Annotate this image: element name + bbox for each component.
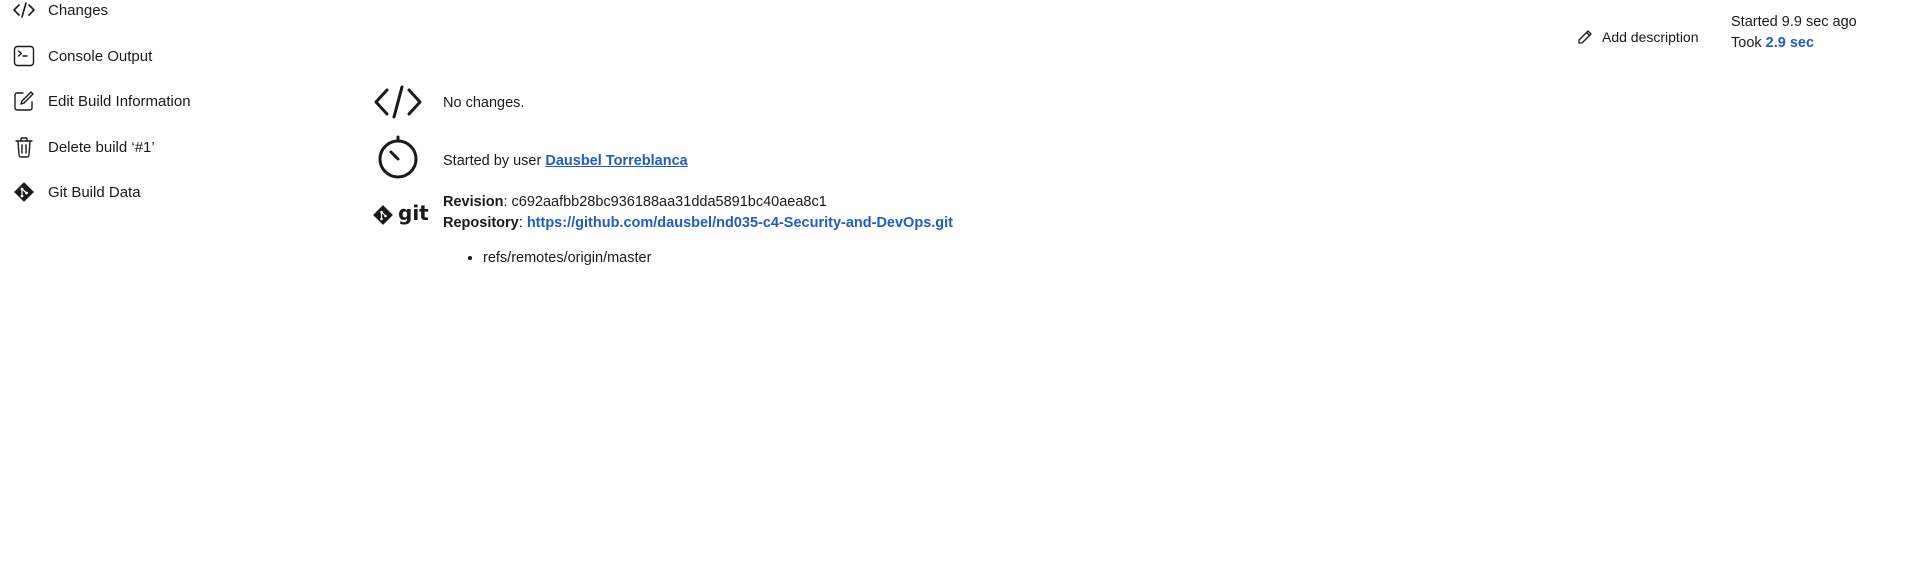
sidebar-item-label: Edit Build Information [48, 92, 191, 110]
list-item: refs/remotes/origin/master [483, 250, 651, 266]
timer-icon [373, 135, 423, 179]
sidebar-item-changes[interactable]: Changes [12, 0, 108, 25]
revision-label: Revision [443, 194, 504, 210]
git-icon [12, 180, 36, 204]
repository-line: Repository: https://github.com/dausbel/n… [443, 215, 954, 231]
started-by: Started by user Dausbel Torreblanca [443, 153, 688, 169]
sidebar-item-label: Git Build Data [48, 183, 141, 201]
took-prefix: Took [1731, 35, 1766, 51]
repository-link[interactable]: https://github.com/dausbel/nd035-c4-Secu… [527, 215, 953, 231]
build-duration: Took 2.9 sec [1731, 33, 1857, 54]
started-time: Started 9.9 sec ago [1731, 14, 1857, 30]
terminal-icon [12, 44, 36, 68]
sidebar-item-console-output[interactable]: Console Output [12, 41, 152, 71]
build-page: Changes Console Output Edit Build Inform… [0, 0, 1906, 571]
revision-line: Revision: c692aafbb28bc936188aa31dda5891… [443, 194, 827, 210]
code-icon [12, 0, 36, 22]
add-description-label: Add description [1602, 29, 1699, 45]
sidebar-item-edit-build-information[interactable]: Edit Build Information [12, 86, 191, 116]
build-meta: Started 9.9 sec ago Took 2.9 sec [1731, 12, 1857, 54]
changes-code-icon [373, 82, 423, 122]
sidebar-item-label: Console Output [48, 47, 153, 65]
git-logo-text: git [398, 201, 429, 225]
trash-icon [12, 135, 36, 159]
sidebar-item-label: Changes [48, 1, 109, 19]
edit-icon [12, 89, 36, 113]
refs-list: refs/remotes/origin/master [443, 250, 651, 266]
sidebar-item-label: Delete build ‘#1’ [48, 138, 155, 156]
user-link[interactable]: Dausbel Torreblanca [545, 153, 687, 169]
sidebar-item-git-build-data[interactable]: Git Build Data [12, 177, 141, 207]
started-by-prefix: Started by user [443, 153, 546, 169]
repository-label: Repository [443, 215, 519, 231]
add-description-button[interactable]: Add description [1576, 28, 1699, 46]
duration-link[interactable]: 2.9 sec [1766, 35, 1814, 51]
revision-value: c692aafbb28bc936188aa31dda5891bc40aea8c1 [511, 194, 827, 210]
sidebar-item-delete-build[interactable]: Delete build ‘#1’ [12, 132, 155, 162]
changes-summary: No changes. [443, 95, 525, 111]
pencil-icon [1576, 28, 1594, 46]
